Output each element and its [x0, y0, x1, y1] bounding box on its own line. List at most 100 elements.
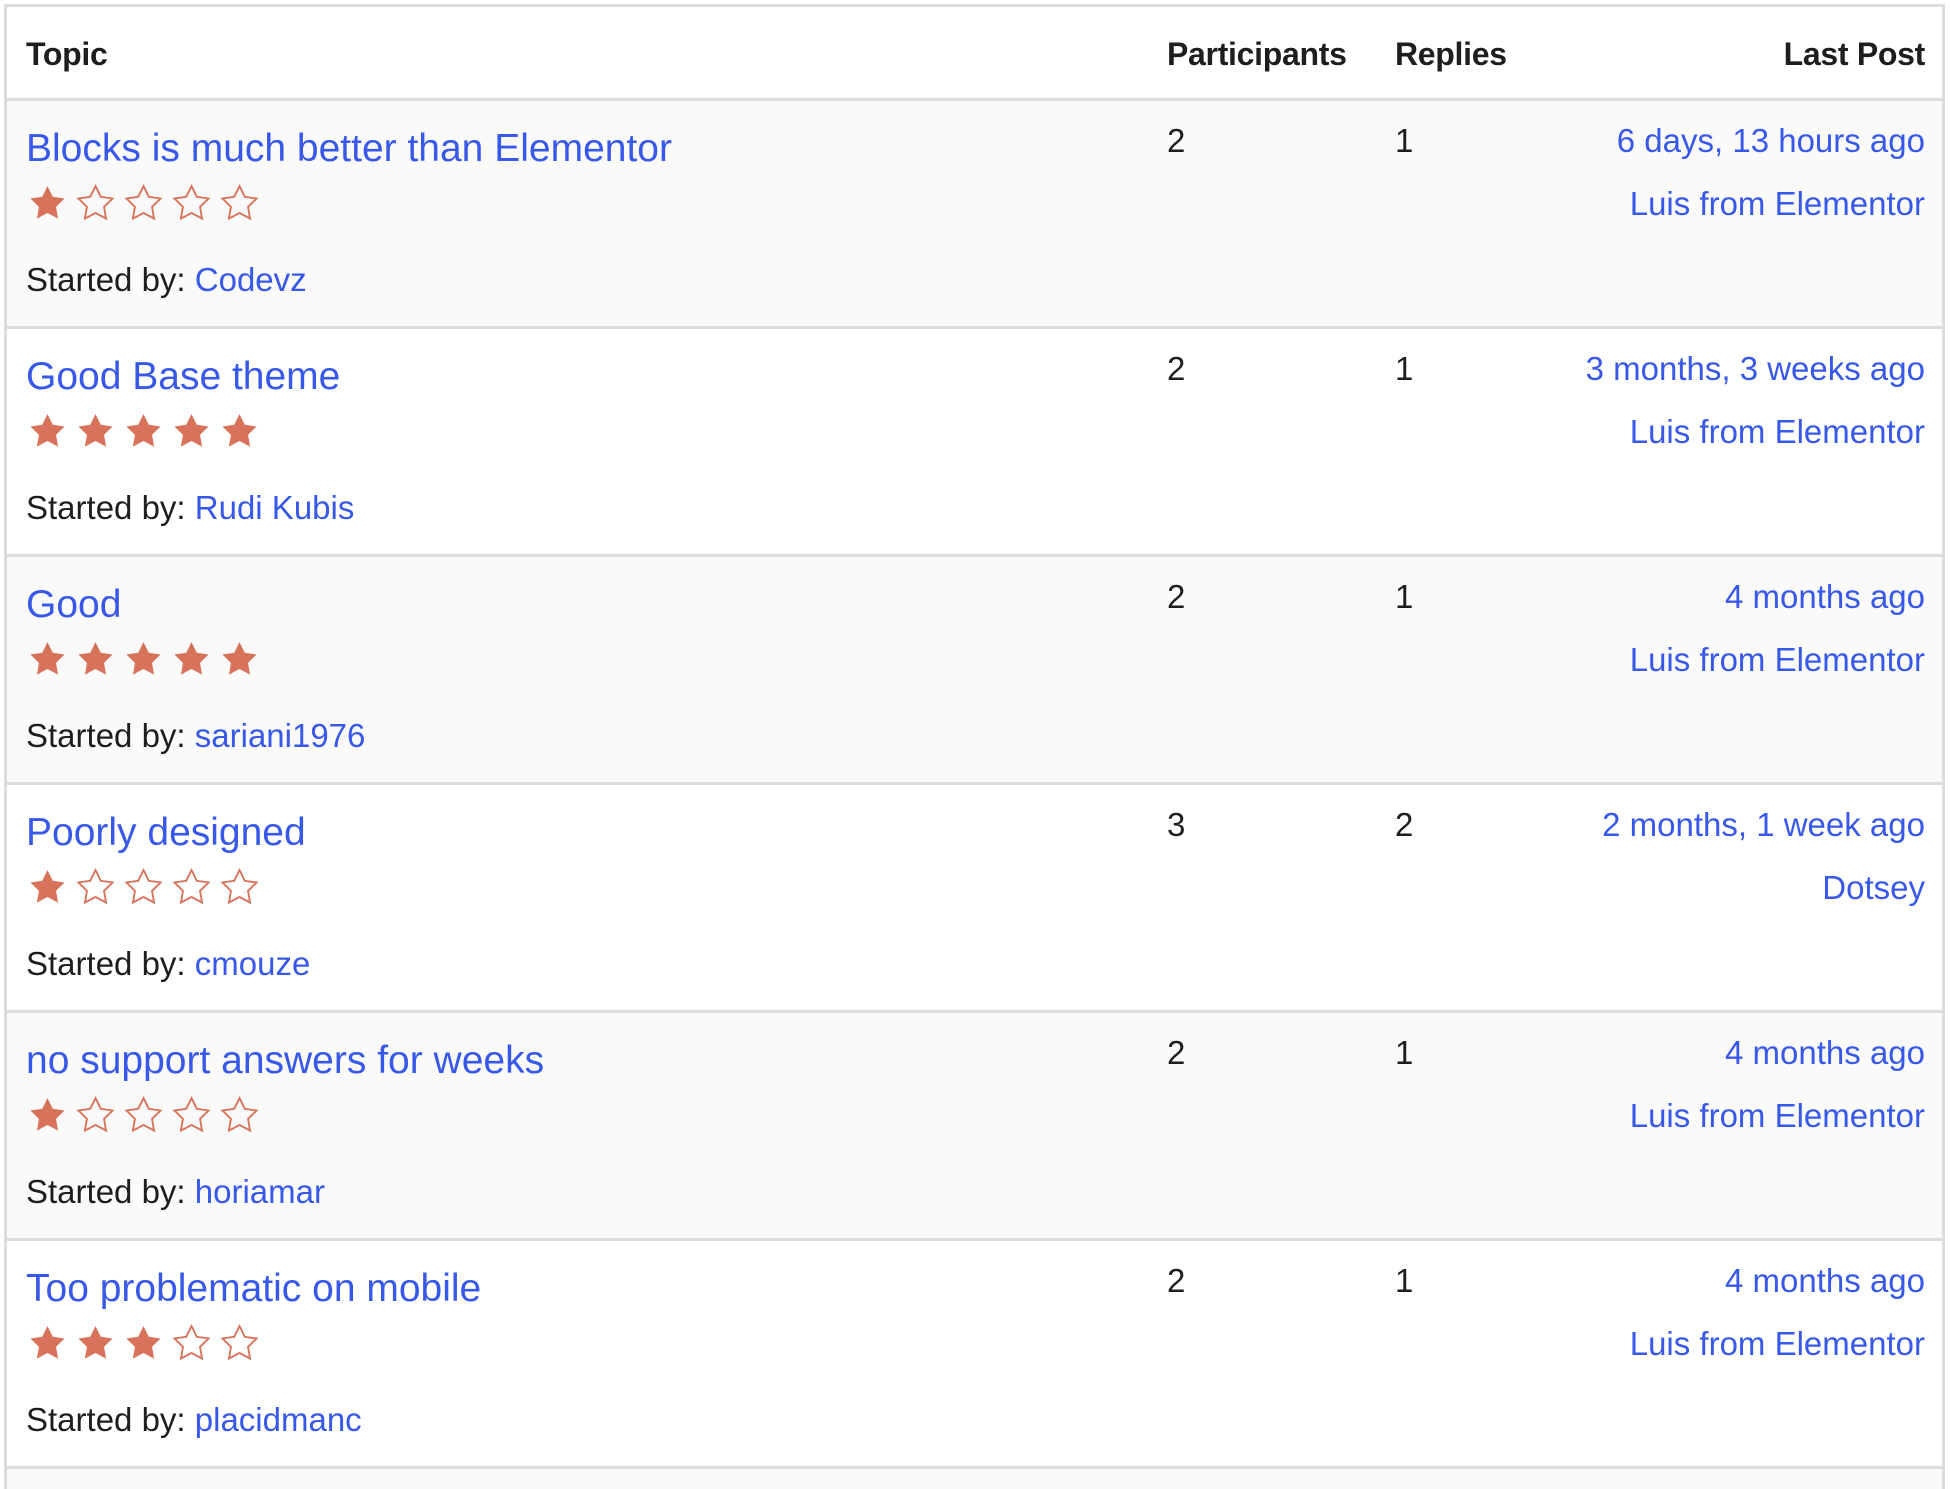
- star-rating: [27, 183, 260, 227]
- header-topic: Topic: [26, 36, 108, 72]
- star-empty-icon: [75, 867, 116, 908]
- star-filled-icon: [27, 867, 68, 908]
- participants-count: 3: [1167, 806, 1186, 843]
- star-rating: [27, 1095, 260, 1139]
- star-empty-icon: [123, 1095, 164, 1136]
- star-empty-icon: [219, 1095, 260, 1136]
- star-empty-icon: [75, 183, 116, 224]
- author-link[interactable]: sariani1976: [195, 717, 366, 754]
- started-by-label: Started by:: [26, 1401, 186, 1438]
- started-by: Started by: placidmanc: [26, 1400, 362, 1440]
- header-replies: Replies: [1395, 36, 1507, 72]
- last-post: 2 months, 1 week ago Dotsey: [1602, 805, 1925, 908]
- star-filled-icon: [219, 639, 260, 680]
- star-filled-icon: [171, 411, 212, 452]
- participants-count: 2: [1167, 578, 1186, 615]
- last-post-author-link[interactable]: Luis from Elementor: [1630, 640, 1925, 680]
- started-by: Started by: sariani1976: [26, 716, 365, 756]
- star-rating: [27, 411, 260, 455]
- table-header: Topic Participants Replies Last Post: [7, 7, 1942, 101]
- star-empty-icon: [171, 1095, 212, 1136]
- table-body: Blocks is much better than Elementor Sta…: [7, 101, 1942, 1489]
- last-post-author-link[interactable]: Luis from Elementor: [1586, 412, 1925, 452]
- star-filled-icon: [27, 639, 68, 680]
- star-filled-icon: [27, 183, 68, 224]
- table-row: Good Base theme Started by: Rudi Kubis 2…: [7, 329, 1942, 557]
- started-by-label: Started by:: [26, 717, 186, 754]
- last-post-author-link[interactable]: Dotsey: [1602, 868, 1925, 908]
- table-row: Too problematic on mobile Started by: pl…: [7, 1241, 1942, 1469]
- topic-title-link[interactable]: Good Base theme: [26, 353, 340, 401]
- replies-count: 1: [1395, 578, 1414, 615]
- star-rating: [27, 1323, 260, 1367]
- star-empty-icon: [219, 867, 260, 908]
- last-post-time-link[interactable]: 2 months, 1 week ago: [1602, 805, 1925, 845]
- star-rating: [27, 867, 260, 911]
- participants-count: 2: [1167, 350, 1186, 387]
- topic-title-link[interactable]: Good: [26, 581, 121, 629]
- star-empty-icon: [171, 867, 212, 908]
- started-by: Started by: horiamar: [26, 1172, 325, 1212]
- replies-count: 1: [1395, 1034, 1414, 1071]
- author-link[interactable]: Codevz: [195, 261, 307, 298]
- started-by: Started by: Codevz: [26, 260, 307, 300]
- table-row: Blocks is much better than Elementor Sta…: [7, 101, 1942, 329]
- star-filled-icon: [75, 639, 116, 680]
- replies-count: 1: [1395, 350, 1414, 387]
- participants-count: 2: [1167, 122, 1186, 159]
- topic-title-link[interactable]: no support answers for weeks: [26, 1037, 544, 1085]
- author-link[interactable]: cmouze: [195, 945, 311, 982]
- table-row: Poorly designed Started by: cmouze 3 2 2…: [7, 785, 1942, 1013]
- forum-topics-table: Topic Participants Replies Last Post Blo…: [4, 4, 1945, 1489]
- last-post: 4 months ago Luis from Elementor: [1630, 577, 1925, 680]
- last-post-time-link[interactable]: 4 months ago: [1630, 577, 1925, 617]
- last-post: 6 days, 13 hours ago Luis from Elementor: [1617, 121, 1925, 224]
- started-by-label: Started by:: [26, 261, 186, 298]
- star-empty-icon: [123, 183, 164, 224]
- started-by: Started by: Rudi Kubis: [26, 488, 354, 528]
- star-rating: [27, 639, 260, 683]
- star-filled-icon: [171, 639, 212, 680]
- last-post-time-link[interactable]: 4 months ago: [1630, 1033, 1925, 1073]
- star-empty-icon: [75, 1095, 116, 1136]
- started-by-label: Started by:: [26, 945, 186, 982]
- last-post: 3 months, 3 weeks ago Luis from Elemento…: [1586, 349, 1925, 452]
- author-link[interactable]: Rudi Kubis: [195, 489, 355, 526]
- table-row: Good Started by: sariani1976 2 1 4 month…: [7, 557, 1942, 785]
- star-filled-icon: [123, 1323, 164, 1364]
- last-post: 4 months ago Luis from Elementor: [1630, 1033, 1925, 1136]
- star-filled-icon: [27, 1095, 68, 1136]
- star-filled-icon: [27, 1323, 68, 1364]
- started-by-label: Started by:: [26, 489, 186, 526]
- header-participants: Participants: [1167, 36, 1347, 72]
- last-post-author-link[interactable]: Luis from Elementor: [1630, 1096, 1925, 1136]
- star-filled-icon: [219, 411, 260, 452]
- author-link[interactable]: placidmanc: [195, 1401, 362, 1438]
- last-post-time-link[interactable]: 6 days, 13 hours ago: [1617, 121, 1925, 161]
- author-link[interactable]: horiamar: [195, 1173, 325, 1210]
- star-filled-icon: [75, 1323, 116, 1364]
- replies-count: 2: [1395, 806, 1414, 843]
- topic-title-link[interactable]: Blocks is much better than Elementor: [26, 125, 672, 173]
- last-post-time-link[interactable]: 3 months, 3 weeks ago: [1586, 349, 1925, 389]
- star-empty-icon: [219, 1323, 260, 1364]
- star-empty-icon: [171, 1323, 212, 1364]
- star-filled-icon: [123, 639, 164, 680]
- star-filled-icon: [75, 411, 116, 452]
- replies-count: 1: [1395, 1262, 1414, 1299]
- last-post-time-link[interactable]: 4 months ago: [1630, 1261, 1925, 1301]
- last-post: 4 months ago Luis from Elementor: [1630, 1261, 1925, 1364]
- participants-count: 2: [1167, 1034, 1186, 1071]
- started-by-label: Started by:: [26, 1173, 186, 1210]
- replies-count: 1: [1395, 122, 1414, 159]
- star-empty-icon: [123, 867, 164, 908]
- last-post-author-link[interactable]: Luis from Elementor: [1630, 1324, 1925, 1364]
- star-filled-icon: [27, 411, 68, 452]
- star-empty-icon: [171, 183, 212, 224]
- last-post-author-link[interactable]: Luis from Elementor: [1617, 184, 1925, 224]
- topic-title-link[interactable]: Poorly designed: [26, 809, 306, 857]
- topic-title-link[interactable]: Too problematic on mobile: [26, 1265, 481, 1313]
- star-empty-icon: [219, 183, 260, 224]
- table-row-partial: [7, 1469, 1942, 1489]
- participants-count: 2: [1167, 1262, 1186, 1299]
